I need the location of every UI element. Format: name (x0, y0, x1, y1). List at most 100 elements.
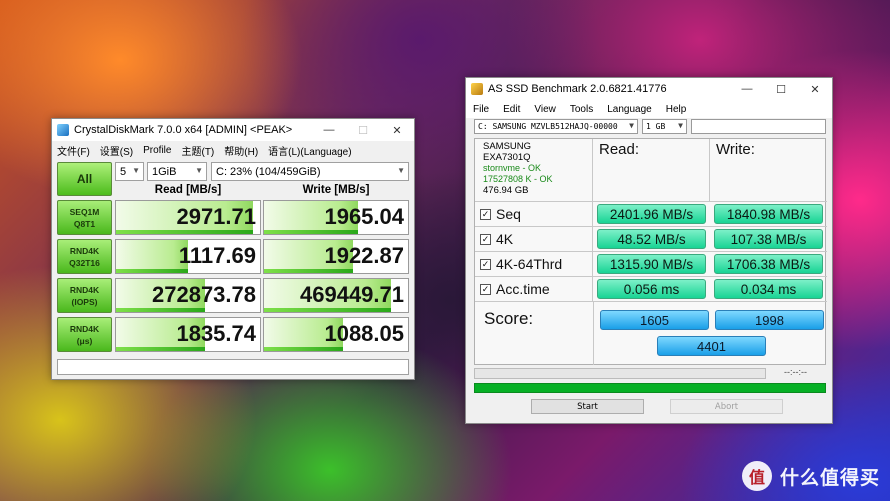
score-read: 1605 (600, 310, 709, 330)
menu-view[interactable]: View (527, 104, 563, 115)
checkbox-checked-icon[interactable]: ✓ (480, 283, 491, 295)
size-select[interactable]: 1GiB ▼ (147, 162, 207, 181)
menu-edit[interactable]: Edit (496, 104, 527, 115)
chevron-down-icon: ▼ (629, 121, 634, 130)
test-row-4k-64thrd[interactable]: ✓ 4K-64Thrd (475, 252, 593, 277)
result-value: 1088.05 (324, 321, 404, 346)
menu-language[interactable]: 语言(L)(Language) (263, 143, 356, 158)
menu-help[interactable]: Help (659, 104, 694, 115)
crystaldiskmark-app-icon (57, 124, 69, 136)
comment-field[interactable] (57, 359, 409, 375)
all-button[interactable]: All (57, 162, 112, 196)
chevron-down-icon: ▼ (397, 166, 405, 175)
size-value: 1 GB (646, 122, 666, 131)
results-grid: SAMSUNG EXA7301Q stornvme - OK 17527808 … (474, 138, 827, 365)
result-value: 1835.74 (176, 321, 256, 346)
test-label-line1: RND4K (69, 284, 100, 295)
crystaldiskmark-window: CrystalDiskMark 7.0.0 x64 [ADMIN] <PEAK>… (51, 118, 415, 380)
extra-input[interactable] (691, 119, 826, 134)
as-ssd-app-icon (471, 83, 483, 95)
close-icon[interactable]: ✕ (798, 78, 832, 100)
elapsed-time: --:--:-- (784, 367, 807, 377)
write-column-header: Write [MB/s] (302, 184, 370, 196)
result-value: 272873.78 (152, 282, 256, 307)
watermark-text: 什么值得买 (779, 467, 880, 489)
menu-file[interactable]: File (466, 104, 496, 115)
test-button-seq1m[interactable]: SEQ1M Q8T1 (57, 200, 112, 235)
maximize-icon: ☐ (358, 124, 368, 137)
checkbox-checked-icon[interactable]: ✓ (480, 233, 491, 245)
result-value: 2971.71 (176, 204, 256, 229)
menu-language[interactable]: Language (600, 104, 659, 115)
read-column-header: Read: (593, 139, 710, 202)
test-label: Seq (496, 206, 521, 222)
result-bar (264, 308, 391, 312)
score-total: 4401 (657, 336, 766, 356)
overall-progress-bar (474, 383, 826, 393)
result-cell-read: 272873.78 (115, 278, 261, 313)
menu-settings[interactable]: 设置(S) (95, 143, 138, 158)
close-icon[interactable]: ✕ (380, 119, 414, 141)
checkbox-checked-icon[interactable]: ✓ (480, 258, 491, 270)
checkbox-checked-icon[interactable]: ✓ (480, 208, 491, 220)
test-label: 4K-64Thrd (496, 256, 563, 272)
smzdm-logo-icon: 值 (741, 461, 772, 491)
test-row-4k[interactable]: ✓ 4K (475, 227, 593, 252)
alignment-status: 17527808 K - OK (483, 174, 553, 184)
test-row-seq[interactable]: ✓ Seq (475, 202, 593, 227)
drive-capacity: 476.94 GB (483, 185, 529, 196)
result-value: 1922.87 (324, 243, 404, 268)
result-value-read: 48.52 MB/s (597, 229, 706, 249)
test-label-line2: (IOPS) (71, 296, 98, 307)
menu-help[interactable]: 帮助(H) (219, 143, 263, 158)
score-divider (593, 302, 594, 365)
result-value-read: 0.056 ms (597, 279, 706, 299)
result-value-write: 1840.98 MB/s (714, 204, 823, 224)
drive-select[interactable]: C: SAMSUNG MZVLB512HAJQ-00000 ▼ (474, 119, 638, 134)
cdm-titlebar[interactable]: CrystalDiskMark 7.0.0 x64 [ADMIN] <PEAK>… (52, 119, 414, 141)
result-bar (116, 230, 253, 234)
start-button[interactable]: Start (531, 399, 644, 414)
count-select[interactable]: 5 ▼ (115, 162, 144, 181)
menu-tools[interactable]: Tools (563, 104, 600, 115)
test-button-rnd4k-latency[interactable]: RND4K (μs) (57, 317, 112, 352)
test-label: 4K (496, 231, 514, 247)
drive-select[interactable]: C: 23% (104/459GiB) ▼ (211, 162, 409, 181)
menu-profile[interactable]: Profile (138, 145, 176, 156)
test-button-rnd4k-iops[interactable]: RND4K (IOPS) (57, 278, 112, 313)
result-cell-read: 1835.74 (115, 317, 261, 352)
result-cell-write: 469449.71 (263, 278, 409, 313)
as-ssd-window-title: AS SSD Benchmark 2.0.6821.41776 (488, 83, 667, 95)
result-cell-read: 2971.71 (115, 200, 261, 235)
minimize-icon[interactable]: — (730, 78, 764, 100)
test-label-line1: RND4K (69, 323, 100, 334)
test-button-rnd4k-q32t16[interactable]: RND4K Q32T16 (57, 239, 112, 274)
result-cell-read: 1117.69 (115, 239, 261, 274)
count-value: 5 (120, 165, 127, 178)
chevron-down-icon: ▼ (678, 121, 683, 130)
menu-theme[interactable]: 主题(T) (176, 143, 219, 158)
test-label: Acc.time (496, 281, 550, 297)
drive-model: EXA7301Q (483, 152, 531, 163)
test-row-acc-time[interactable]: ✓ Acc.time (475, 277, 593, 302)
result-bar (116, 308, 206, 312)
minimize-icon[interactable]: — (312, 119, 346, 141)
test-label-line1: RND4K (69, 245, 100, 256)
result-bar (264, 230, 358, 234)
menu-file[interactable]: 文件(F) (52, 143, 95, 158)
maximize-icon[interactable]: ☐ (764, 78, 798, 100)
result-value-read: 1315.90 MB/s (597, 254, 706, 274)
result-cell-write: 1088.05 (263, 317, 409, 352)
result-value-write: 0.034 ms (714, 279, 823, 299)
result-cell-write: 1922.87 (263, 239, 409, 274)
drive-value: C: SAMSUNG MZVLB512HAJQ-00000 (478, 122, 618, 131)
size-select[interactable]: 1 GB ▼ (642, 119, 687, 134)
result-value: 1117.69 (178, 243, 256, 268)
result-bar (264, 269, 354, 273)
drive-info: SAMSUNG EXA7301Q stornvme - OK 17527808 … (475, 139, 593, 202)
cdm-window-title: CrystalDiskMark 7.0.0 x64 [ADMIN] <PEAK> (74, 124, 293, 136)
drive-value: C: 23% (104/459GiB) (216, 165, 321, 178)
result-value-read: 2401.96 MB/s (597, 204, 706, 224)
as-ssd-titlebar[interactable]: AS SSD Benchmark 2.0.6821.41776 — ☐ ✕ (466, 78, 832, 100)
drive-vendor: SAMSUNG (483, 141, 532, 152)
